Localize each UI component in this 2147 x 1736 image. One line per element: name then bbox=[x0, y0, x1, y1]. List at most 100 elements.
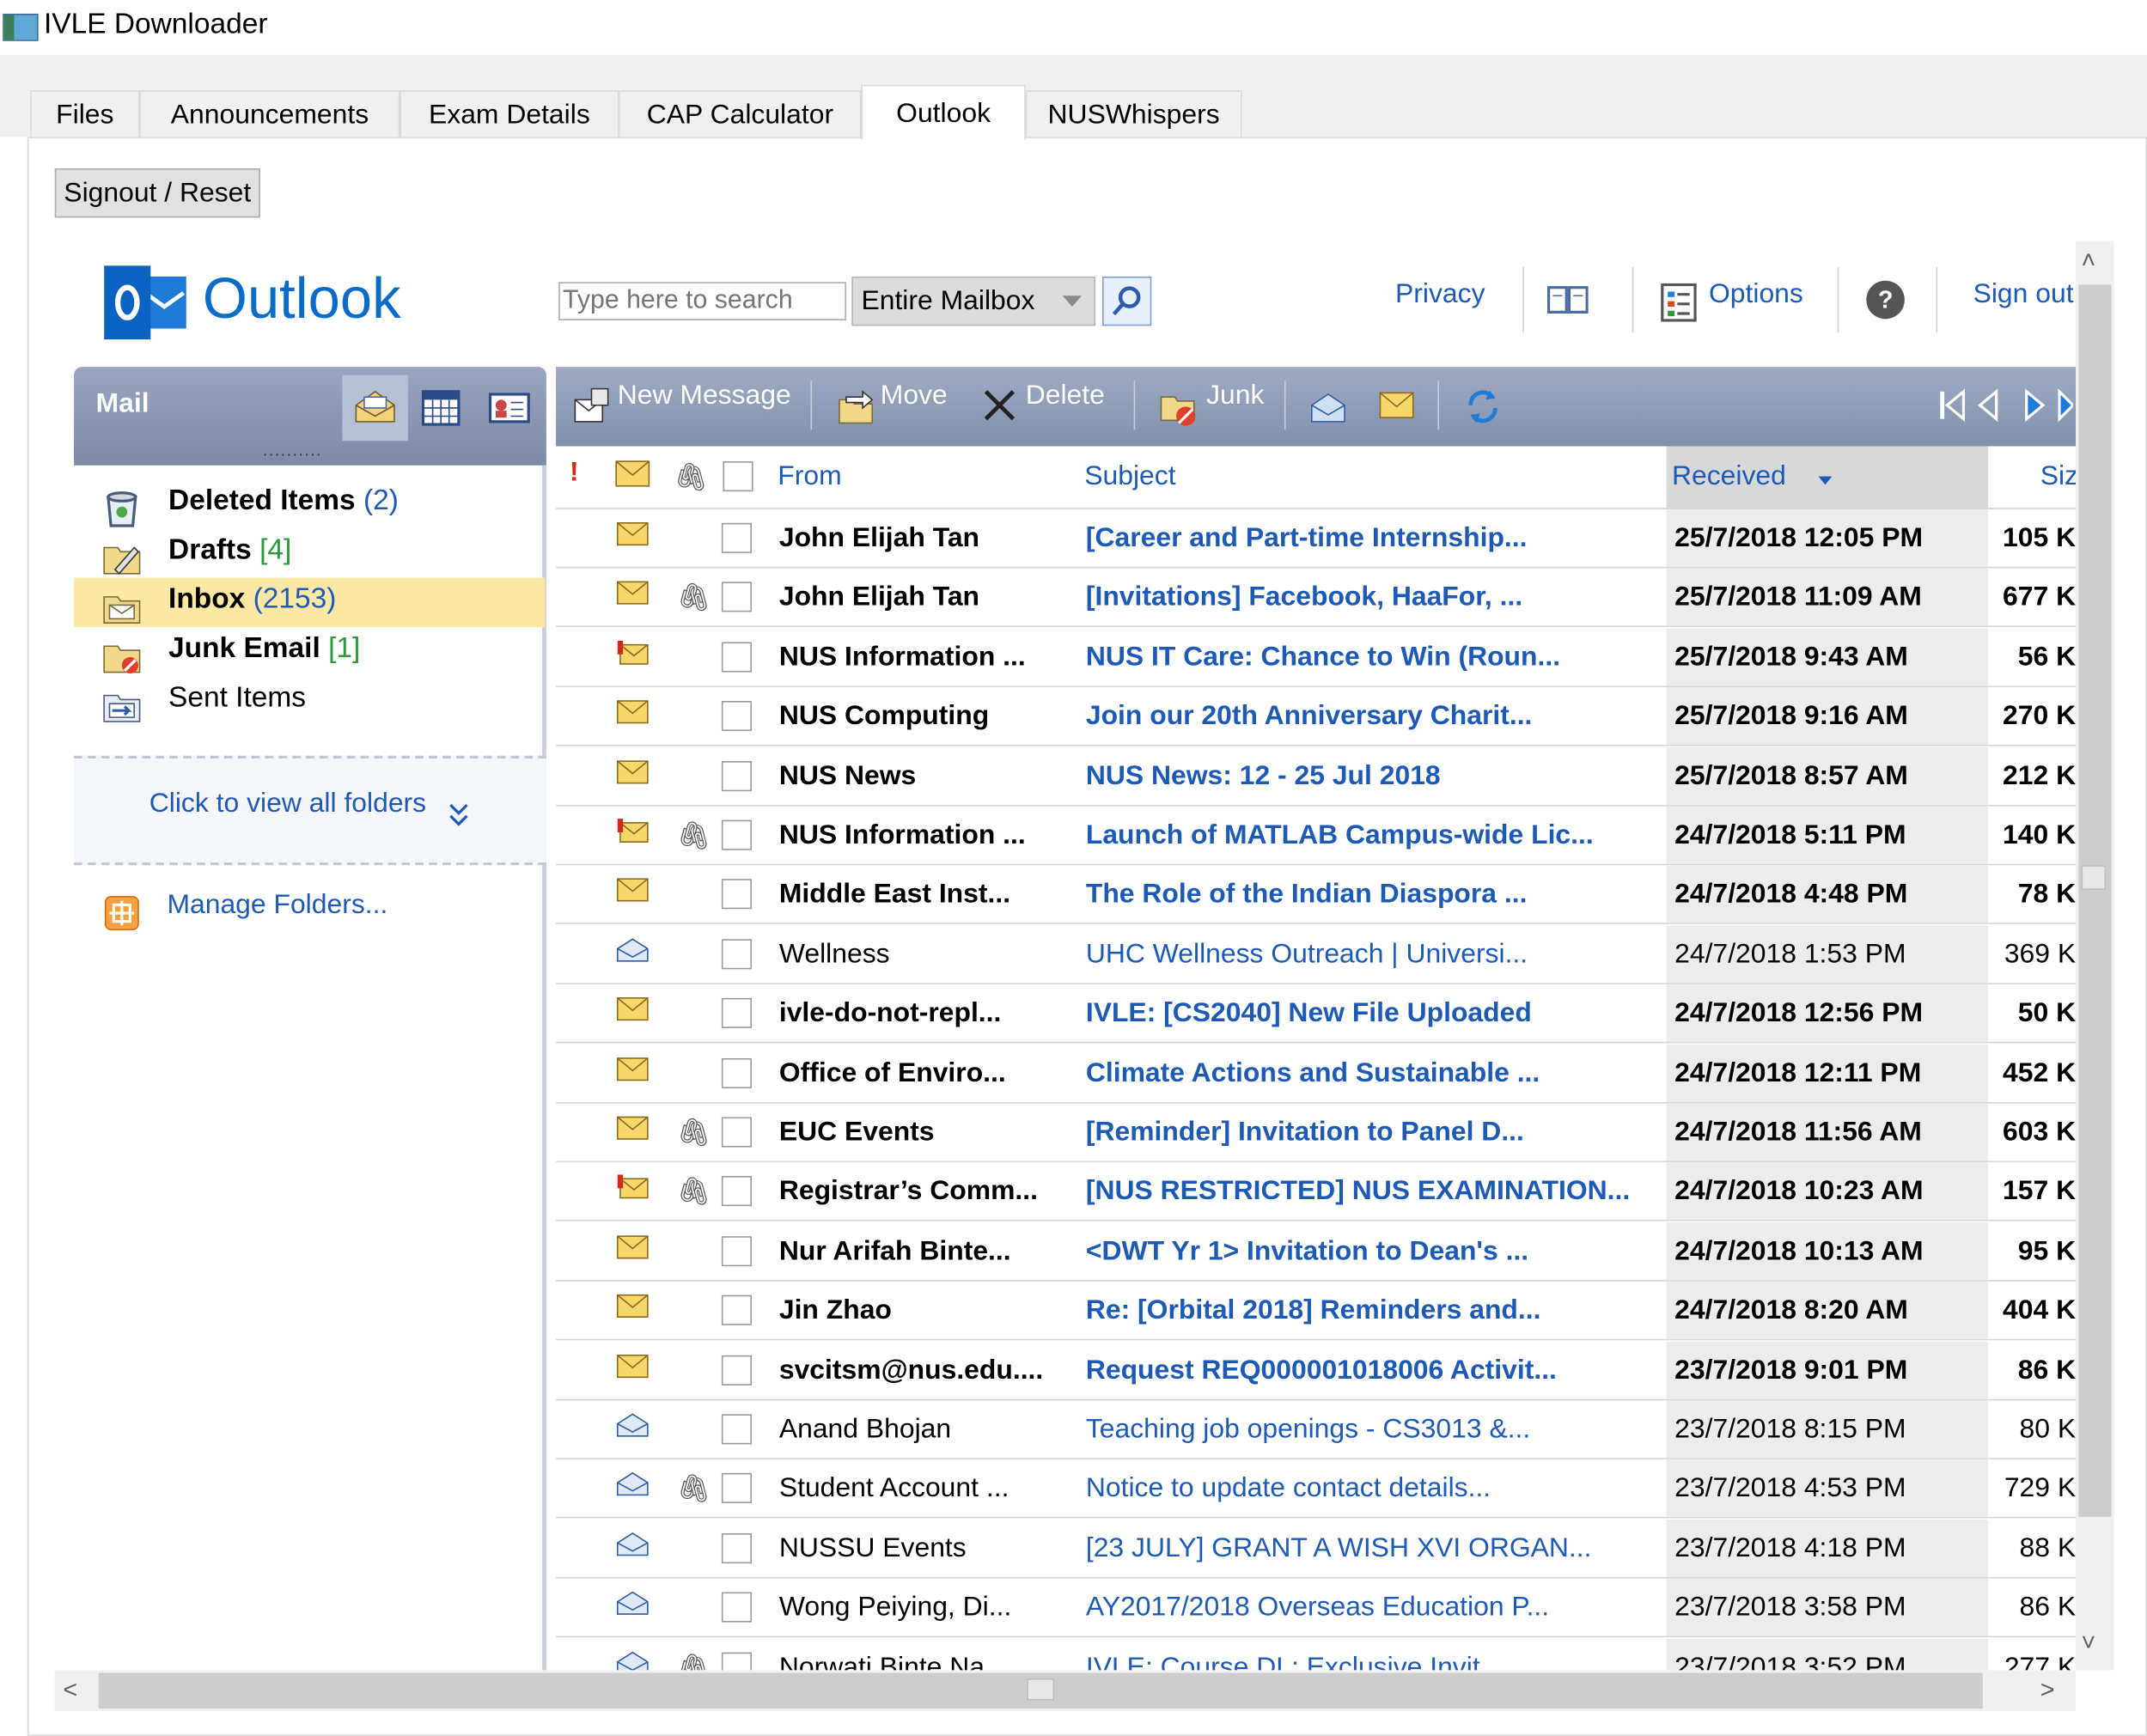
tab-exam-details[interactable]: Exam Details bbox=[400, 90, 619, 137]
scroll-left-icon[interactable]: < bbox=[63, 1676, 77, 1704]
folder-drafts[interactable]: Drafts [4] bbox=[74, 528, 545, 577]
help-icon[interactable]: ? bbox=[1865, 279, 1906, 320]
junk-button[interactable]: Junk bbox=[1206, 381, 1264, 412]
message-subject[interactable]: The Role of the Indian Diaspora ... bbox=[1086, 880, 1661, 911]
message-checkbox[interactable] bbox=[721, 1235, 752, 1266]
contacts-view-button[interactable] bbox=[477, 375, 543, 442]
tab-outlook[interactable]: Outlook bbox=[861, 84, 1026, 140]
tab-cap-calculator[interactable]: CAP Calculator bbox=[619, 90, 862, 137]
message-subject[interactable]: Join our 20th Anniversary Charit... bbox=[1086, 701, 1661, 733]
message-subject[interactable]: UHC Wellness Outreach | Universi... bbox=[1086, 939, 1661, 971]
message-row[interactable]: NUSSU Events [23 JULY] GRANT A WISH XVI O… bbox=[556, 1519, 2077, 1579]
message-checkbox[interactable] bbox=[721, 1652, 752, 1671]
folder-inbox[interactable]: Inbox (2153) bbox=[74, 577, 546, 627]
message-checkbox[interactable] bbox=[721, 1532, 752, 1563]
new-message-button[interactable]: New Message bbox=[618, 381, 791, 412]
importance-column-icon[interactable]: ! bbox=[570, 457, 579, 489]
search-input[interactable] bbox=[558, 282, 846, 320]
folder-sent-items[interactable]: Sent Items bbox=[74, 676, 545, 725]
scroll-grip[interactable] bbox=[2081, 865, 2107, 890]
message-checkbox[interactable] bbox=[721, 1117, 752, 1148]
resize-grip[interactable]: .......... bbox=[263, 441, 322, 460]
size-column-header[interactable]: Siz bbox=[2040, 461, 2076, 493]
message-subject[interactable]: IVLE: Course DL: Exclusive Invit... bbox=[1086, 1652, 1661, 1670]
message-subject[interactable]: [Career and Part-time Internship... bbox=[1086, 523, 1661, 555]
message-checkbox[interactable] bbox=[721, 1176, 752, 1207]
folder-deleted-items[interactable]: Deleted Items (2) bbox=[74, 479, 545, 528]
message-checkbox[interactable] bbox=[721, 938, 752, 970]
message-subject[interactable]: Re: [Orbital 2018] Reminders and... bbox=[1086, 1295, 1661, 1327]
message-subject[interactable]: Request REQ000001018006 Activit... bbox=[1086, 1355, 1661, 1386]
message-row[interactable]: Wellness UHC Wellness Outreach | Universi… bbox=[556, 925, 2077, 984]
scroll-up-icon[interactable]: ˄ bbox=[2082, 247, 2096, 275]
message-row[interactable]: Office of Enviro... Climate Actions and S… bbox=[556, 1044, 2077, 1103]
message-checkbox[interactable] bbox=[721, 1414, 752, 1445]
message-checkbox[interactable] bbox=[721, 1294, 752, 1326]
message-row[interactable]: Middle East Inst... The Role of the India… bbox=[556, 865, 2077, 925]
message-subject[interactable]: IVLE: [CS2040] New File Uploaded bbox=[1086, 998, 1661, 1030]
options-icon[interactable] bbox=[1660, 282, 1699, 323]
folder-junk-email[interactable]: Junk Email [1] bbox=[74, 627, 545, 676]
double-chevron-down-icon[interactable] bbox=[447, 797, 472, 832]
message-row[interactable]: John Elijah Tan [Career and Part-time Int… bbox=[556, 509, 2077, 569]
tab-files[interactable]: Files bbox=[30, 90, 140, 137]
message-subject[interactable]: [23 JULY] GRANT A WISH XVI ORGAN... bbox=[1086, 1533, 1661, 1565]
address-book-icon[interactable] bbox=[1546, 282, 1589, 317]
message-checkbox[interactable] bbox=[721, 582, 752, 613]
message-subject[interactable]: [Invitations] Facebook, HaaFor, ... bbox=[1086, 582, 1661, 614]
message-row[interactable]: ivle-do-not-repl... IVLE: [CS2040] New Fi… bbox=[556, 984, 2077, 1044]
message-subject[interactable]: <DWT Yr 1> Invitation to Dean's ... bbox=[1086, 1236, 1661, 1268]
search-icon[interactable] bbox=[1101, 276, 1152, 326]
mark-unread-icon[interactable] bbox=[1377, 389, 1416, 422]
message-subject[interactable]: AY2017/2018 Overseas Education P... bbox=[1086, 1593, 1661, 1624]
message-row[interactable]: Wong Peiying, Di... AY2017/2018 Overseas … bbox=[556, 1578, 2077, 1638]
tab-nuswhispers[interactable]: NUSWhispers bbox=[1025, 90, 1242, 137]
calendar-view-button[interactable] bbox=[408, 375, 474, 442]
tab-announcements[interactable]: Announcements bbox=[139, 90, 400, 137]
message-checkbox[interactable] bbox=[721, 522, 752, 553]
message-checkbox[interactable] bbox=[721, 819, 752, 850]
scroll-grip[interactable] bbox=[1027, 1678, 1055, 1701]
mark-read-icon[interactable] bbox=[1309, 389, 1348, 424]
message-subject[interactable]: NUS News: 12 - 25 Jul 2018 bbox=[1086, 760, 1661, 792]
envelope-column-icon[interactable] bbox=[615, 460, 650, 488]
vertical-scrollbar-thumb[interactable] bbox=[2078, 284, 2112, 1517]
message-checkbox[interactable] bbox=[721, 879, 752, 910]
scroll-down-icon[interactable]: ˅ bbox=[2082, 1629, 2096, 1658]
message-row[interactable]: 🖇︎ Norwati Binte Na... IVLE: Course DL: Ex… bbox=[556, 1638, 2076, 1671]
message-row[interactable]: 🖇︎ NUS Information ... Launch of MATLAB Ca… bbox=[556, 806, 2077, 866]
manage-folders-link[interactable]: Manage Folders... bbox=[167, 890, 387, 922]
message-row[interactable]: Anand Bhojan Teaching job openings - CS30… bbox=[556, 1400, 2077, 1459]
message-row[interactable]: NUS News NUS News: 12 - 25 Jul 2018 25/7/2… bbox=[556, 746, 2077, 807]
message-checkbox[interactable] bbox=[721, 1355, 752, 1386]
message-checkbox[interactable] bbox=[721, 760, 752, 791]
message-subject[interactable]: Climate Actions and Sustainable ... bbox=[1086, 1057, 1661, 1089]
delete-button[interactable]: Delete bbox=[1026, 381, 1105, 412]
view-all-folders-link[interactable]: Click to view all folders bbox=[149, 789, 426, 820]
message-row[interactable]: Jin Zhao Re: [Orbital 2018] Reminders and… bbox=[556, 1282, 2077, 1341]
scroll-right-icon[interactable]: > bbox=[2040, 1676, 2055, 1704]
received-column-header[interactable]: Received bbox=[1672, 461, 1786, 493]
message-row[interactable]: 🖇︎ Student Account ... Notice to update co… bbox=[556, 1459, 2077, 1520]
message-subject[interactable]: Launch of MATLAB Campus-wide Lic... bbox=[1086, 820, 1661, 852]
message-checkbox[interactable] bbox=[721, 1057, 752, 1088]
message-row[interactable]: NUS Computing Join our 20th Anniversary C… bbox=[556, 687, 2077, 746]
message-checkbox[interactable] bbox=[721, 642, 752, 673]
privacy-link[interactable]: Privacy bbox=[1395, 279, 1485, 311]
search-scope-select[interactable]: Entire Mailbox bbox=[851, 276, 1095, 326]
message-subject[interactable]: [NUS RESTRICTED] NUS EXAMINATION... bbox=[1086, 1177, 1661, 1209]
message-checkbox[interactable] bbox=[721, 998, 752, 1029]
select-all-checkbox[interactable] bbox=[723, 461, 753, 492]
attachment-column-icon[interactable]: 🖇︎ bbox=[674, 460, 708, 495]
message-row[interactable]: 🖇︎ EUC Events [Reminder] Invitation to Pan… bbox=[556, 1103, 2077, 1163]
message-subject[interactable]: [Reminder] Invitation to Panel D... bbox=[1086, 1118, 1661, 1149]
message-row[interactable]: svcitsm@nus.edu.... Request REQ0000010180… bbox=[556, 1341, 2077, 1400]
message-row[interactable]: Nur Arifah Binte... <DWT Yr 1> Invitation… bbox=[556, 1221, 2077, 1282]
message-row[interactable]: 🖇︎ John Elijah Tan [Invitations] Facebook,… bbox=[556, 569, 2077, 628]
message-subject[interactable]: Teaching job openings - CS3013 &... bbox=[1086, 1414, 1661, 1446]
message-checkbox[interactable] bbox=[721, 1592, 752, 1623]
move-button[interactable]: Move bbox=[881, 381, 948, 412]
message-subject[interactable]: Notice to update contact details... bbox=[1086, 1473, 1661, 1505]
message-checkbox[interactable] bbox=[721, 701, 752, 732]
subject-column-header[interactable]: Subject bbox=[1084, 461, 1175, 493]
